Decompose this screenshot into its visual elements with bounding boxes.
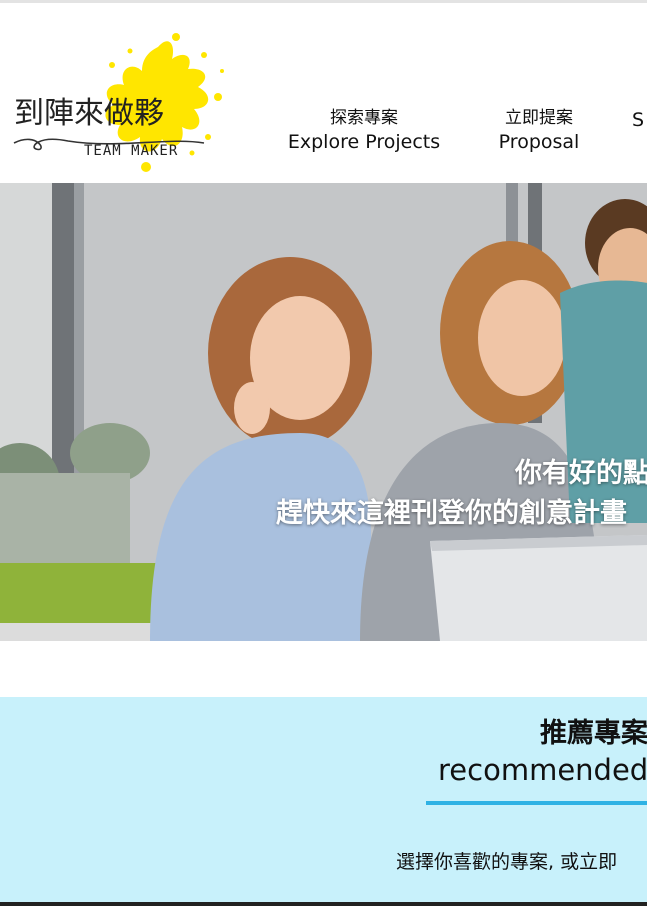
nav-proposal[interactable]: 立即提案 Proposal — [492, 107, 586, 155]
page: 到陣來做夥 TEAM MAKER 探索專案 Explore Projects 立… — [0, 0, 647, 906]
nav-item-third[interactable]: S — [632, 107, 647, 133]
bottom-divider — [0, 902, 647, 906]
nav-proposal-zh: 立即提案 — [505, 108, 573, 128]
nav-proposal-en: Proposal — [498, 131, 580, 153]
nav-third-en: S — [632, 109, 645, 131]
logo-splash-graphic: 到陣來做夥 TEAM MAKER — [13, 33, 224, 172]
recommended-description: 選擇你喜歡的專案, 或立即 — [396, 851, 618, 873]
nav-explore-projects[interactable]: 探索專案 Explore Projects — [285, 107, 443, 155]
team-maker-logo[interactable]: 到陣來做夥 TEAM MAKER — [8, 25, 233, 180]
nav-explore-en: Explore Projects — [287, 131, 441, 153]
recommended-title-zh: 推薦專案 — [540, 718, 647, 749]
site-header: 到陣來做夥 TEAM MAKER 探索專案 Explore Projects 立… — [0, 3, 647, 183]
hero-subheadline: 趕快來這裡刊登你的創意計畫 — [276, 498, 627, 529]
hero-photo — [0, 183, 647, 641]
logo-name-zh: 到陣來做夥 — [14, 96, 164, 131]
logo-name-en: TEAM MAKER — [84, 143, 178, 159]
recommended-underline — [426, 801, 647, 805]
hero-banner: 你有好的點子 趕快來這裡刊登你的創意計畫 — [0, 183, 647, 641]
hero-headline: 你有好的點子 — [515, 458, 647, 489]
recommended-title-en: recommended — [438, 753, 647, 787]
nav-explore-zh: 探索專案 — [330, 108, 398, 128]
recommended-section: 推薦專案 recommended 選擇你喜歡的專案, 或立即 — [0, 697, 647, 902]
